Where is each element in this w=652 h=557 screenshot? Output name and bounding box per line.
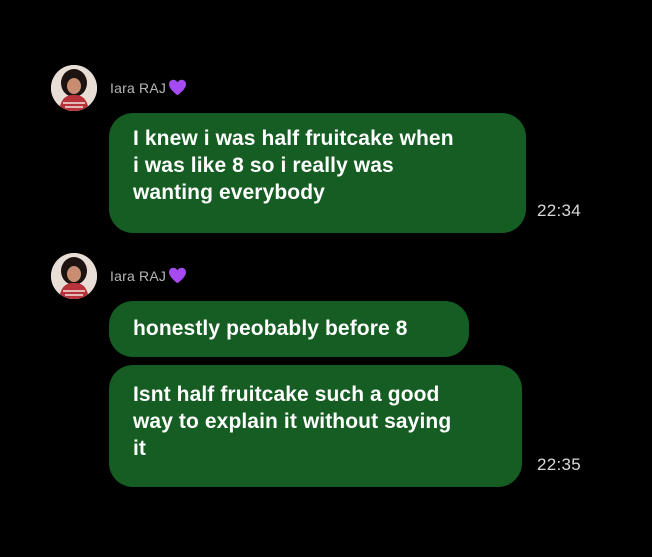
message-timestamp: 22:35 [537,455,582,474]
sender-name-row: Iara RAJ [110,79,187,96]
message-bubble[interactable]: Isnt half fruitcake such a good way to e… [109,365,522,487]
message-timestamp: 22:34 [537,201,582,220]
message-text-line: it [133,437,147,460]
message-text-line: honestly peobably before 8 [133,317,408,340]
message-text-line: Isnt half fruitcake such a good [133,383,440,406]
purple-heart-icon [169,267,187,284]
message-text-line: i was like 8 so i really was [133,154,394,177]
purple-heart-icon [169,79,187,96]
sender-avatar[interactable] [51,65,97,111]
sender-name-row: Iara RAJ [110,267,187,284]
sender-name: Iara RAJ [110,267,167,284]
message-bubble[interactable]: honestly peobably before 8 [109,301,469,357]
sender-name: Iara RAJ [110,79,167,96]
sender-avatar[interactable] [51,253,97,299]
avatar-photo-icon [51,253,97,299]
message-text-line: way to explain it without saying [133,410,452,433]
avatar-photo-icon [51,65,97,111]
message-bubble[interactable]: I knew i was half fruitcake when i was l… [109,113,526,233]
message-text-line: I knew i was half fruitcake when [133,127,454,150]
message-text-line: wanting everybody [133,181,325,204]
